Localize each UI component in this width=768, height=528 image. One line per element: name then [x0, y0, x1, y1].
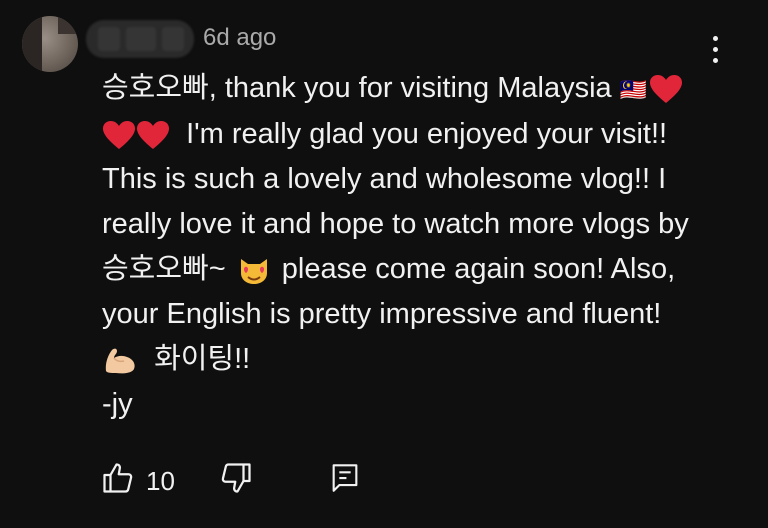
comment-line: I'm really glad you enjoyed your visit!!	[102, 112, 722, 157]
more-vert-icon	[712, 35, 718, 41]
dislike-button[interactable]	[218, 460, 254, 501]
username-redacted[interactable]	[86, 20, 194, 58]
comment-line: 승호오빠, thank you for visiting Malaysia 🇲🇾	[102, 66, 722, 112]
comment-text: I'm really glad you enjoyed your visit!!	[186, 118, 668, 150]
reply-icon	[332, 464, 358, 492]
comment-line: your English is pretty impressive and fl…	[102, 298, 662, 330]
avatar[interactable]	[22, 16, 78, 72]
smiling-cat-heart-eyes-emoji	[240, 259, 267, 285]
comment-timestamp[interactable]: 6d ago	[203, 24, 276, 52]
more-options-button[interactable]	[700, 32, 730, 66]
thumbs-up-icon	[103, 463, 133, 493]
heart-emoji	[137, 121, 169, 150]
comment-line: This is such a lovely and wholesome vlog…	[102, 163, 667, 195]
comment-body: 승호오빠, thank you for visiting Malaysia 🇲🇾…	[102, 66, 722, 427]
comment-line: really love it and hope to watch more vl…	[102, 208, 689, 240]
malaysia-flag-emoji: 🇲🇾	[619, 77, 648, 102]
thumbs-down-icon	[221, 463, 251, 493]
heart-emoji	[650, 75, 683, 104]
comment-text: 승호오빠~	[102, 253, 226, 285]
comment-text: 화이팅!!	[154, 343, 251, 375]
reply-button[interactable]	[328, 460, 362, 501]
like-count: 10	[146, 466, 175, 496]
comment-line: 화이팅!!	[102, 337, 722, 382]
comment-line: -jy	[102, 388, 133, 420]
like-button[interactable]	[100, 460, 136, 501]
flexed-biceps-emoji	[105, 348, 135, 374]
heart-emoji	[103, 121, 135, 150]
comment-text: 승호오빠, thank you for visiting Malaysia	[102, 72, 620, 104]
comment-line: 승호오빠~ please come again soon! Also,	[102, 247, 722, 292]
comment-text: please come again soon! Also,	[281, 253, 676, 285]
